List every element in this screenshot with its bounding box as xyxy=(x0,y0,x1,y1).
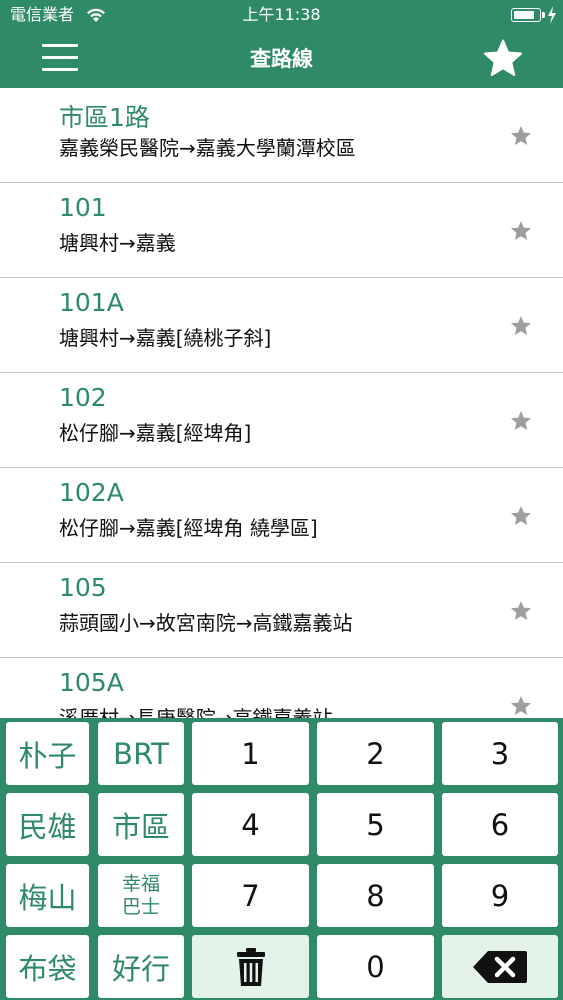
route-row[interactable]: 101 塘興村→嘉義 xyxy=(0,183,563,278)
digit-key-2[interactable]: 2 xyxy=(317,722,434,785)
clock: 上午11:38 xyxy=(242,5,321,24)
region-key-meishan[interactable]: 梅山 xyxy=(6,864,89,927)
backspace-key[interactable] xyxy=(442,935,558,998)
status-bar: 電信業者 上午11:38 xyxy=(0,0,563,30)
route-destination: 蒜頭國小→故宮南院→高鐵嘉義站 xyxy=(59,611,353,635)
favorite-star-icon[interactable] xyxy=(509,694,533,718)
digit-key-0[interactable]: 0 xyxy=(317,935,434,998)
region-key-budai[interactable]: 布袋 xyxy=(6,935,89,998)
page-title: 查路線 xyxy=(250,47,313,71)
route-destination: 松仔腳→嘉義[經埤角] xyxy=(59,421,252,445)
route-number: 市區1路 xyxy=(59,103,150,132)
region-key-minxiong[interactable]: 民雄 xyxy=(6,793,89,856)
favorite-star-icon[interactable] xyxy=(509,599,533,623)
region-key-city[interactable]: 市區 xyxy=(98,793,184,856)
route-row[interactable]: 105 蒜頭國小→故宮南院→高鐵嘉義站 xyxy=(0,563,563,658)
route-destination: 塘興村→嘉義[繞桃子斜] xyxy=(59,326,272,350)
route-row[interactable]: 101A 塘興村→嘉義[繞桃子斜] xyxy=(0,278,563,373)
battery-fill xyxy=(514,11,534,19)
region-key-happy-bus[interactable]: 幸福 巴士 xyxy=(98,864,184,927)
route-number: 105A xyxy=(59,668,124,697)
trash-icon xyxy=(236,947,265,986)
route-destination: 嘉義榮民醫院→嘉義大學蘭潭校區 xyxy=(59,136,356,160)
favorite-star-icon[interactable] xyxy=(509,409,533,433)
favorite-star-icon[interactable] xyxy=(509,124,533,148)
route-list[interactable]: 市區1路 嘉義榮民醫院→嘉義大學蘭潭校區 101 塘興村→嘉義 101A 塘興村… xyxy=(0,88,563,718)
region-key-taiwan-tour-bus[interactable]: 好行 xyxy=(98,935,184,998)
favorite-star-icon[interactable] xyxy=(509,219,533,243)
backspace-icon xyxy=(473,950,527,983)
clear-key[interactable] xyxy=(192,935,309,998)
route-keypad: 朴子 BRT 1 2 3 民雄 市區 4 5 6 梅山 幸福 巴士 7 8 9 … xyxy=(0,718,563,1000)
route-row[interactable]: 102 松仔腳→嘉義[經埤角] xyxy=(0,373,563,468)
digit-key-1[interactable]: 1 xyxy=(192,722,309,785)
route-destination: 松仔腳→嘉義[經埤角 繞學區] xyxy=(59,516,318,540)
top-bar: 電信業者 上午11:38 查路線 xyxy=(0,0,563,88)
route-number: 102A xyxy=(59,478,124,507)
navigation-bar: 查路線 xyxy=(0,30,563,88)
route-number: 101A xyxy=(59,288,124,317)
region-key-puzi[interactable]: 朴子 xyxy=(6,722,89,785)
digit-key-9[interactable]: 9 xyxy=(442,864,558,927)
digit-key-6[interactable]: 6 xyxy=(442,793,558,856)
charging-bolt-icon xyxy=(548,6,556,24)
battery-nub xyxy=(542,12,545,18)
route-row[interactable]: 102A 松仔腳→嘉義[經埤角 繞學區] xyxy=(0,468,563,563)
route-destination: 塘興村→嘉義 xyxy=(59,231,176,255)
favorite-star-icon[interactable] xyxy=(509,314,533,338)
digit-key-4[interactable]: 4 xyxy=(192,793,309,856)
route-number: 101 xyxy=(59,193,107,222)
favorites-star-icon[interactable] xyxy=(481,38,525,80)
digit-key-7[interactable]: 7 xyxy=(192,864,309,927)
route-number: 105 xyxy=(59,573,107,602)
digit-key-5[interactable]: 5 xyxy=(317,793,434,856)
region-key-brt[interactable]: BRT xyxy=(98,722,184,785)
route-number: 102 xyxy=(59,383,107,412)
favorite-star-icon[interactable] xyxy=(509,504,533,528)
digit-key-3[interactable]: 3 xyxy=(442,722,558,785)
digit-key-8[interactable]: 8 xyxy=(317,864,434,927)
route-destination: 溪厝村→長庚醫院→高鐵嘉義站 xyxy=(59,706,333,718)
route-row[interactable]: 市區1路 嘉義榮民醫院→嘉義大學蘭潭校區 xyxy=(0,88,563,183)
battery-icon xyxy=(511,8,545,22)
route-row[interactable]: 105A 溪厝村→長庚醫院→高鐵嘉義站 xyxy=(0,658,563,718)
